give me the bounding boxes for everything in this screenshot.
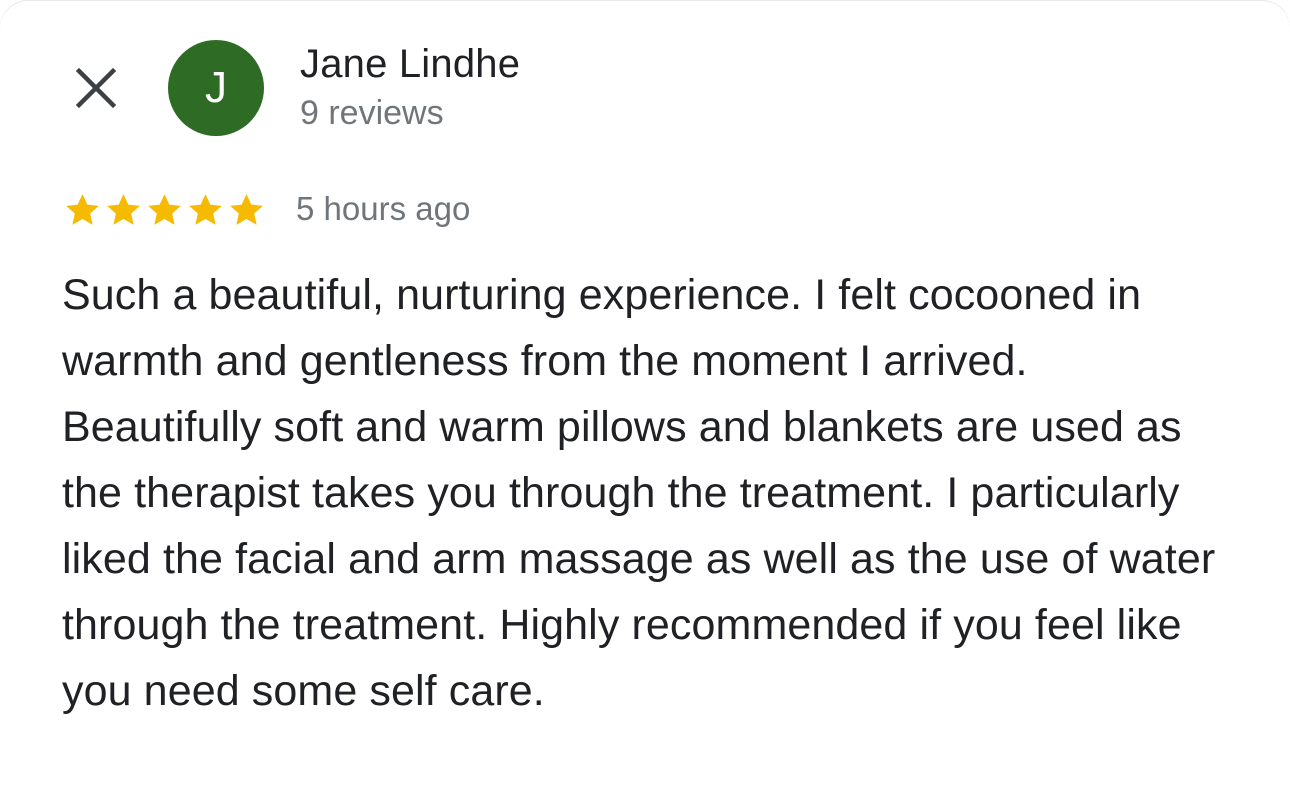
author-review-count: 9 reviews	[300, 94, 444, 132]
star-rating	[62, 190, 267, 230]
star-icon	[66, 194, 99, 225]
star-icon	[230, 194, 263, 225]
review-body: Such a beautiful, nurturing experience. …	[62, 271, 1216, 715]
review-timestamp: 5 hours ago	[296, 190, 471, 227]
author-name[interactable]: Jane Lindhe	[300, 42, 520, 87]
star-icon	[148, 194, 181, 225]
star-icon	[107, 194, 140, 225]
avatar[interactable]: J	[168, 40, 264, 136]
close-icon	[75, 67, 117, 109]
avatar-initial: J	[205, 63, 227, 112]
review-card: J Jane Lindhe 9 reviews 5 hours ago Such…	[0, 0, 1290, 792]
star-icon	[189, 194, 222, 225]
close-button[interactable]	[66, 58, 126, 118]
